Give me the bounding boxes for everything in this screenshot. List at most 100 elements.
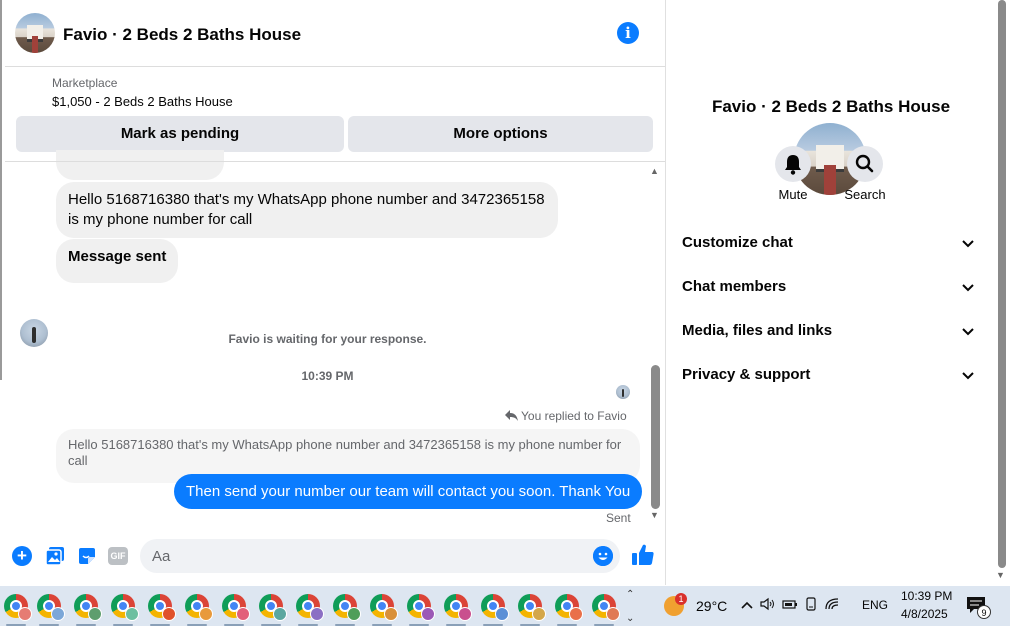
reply-label: You replied to Favio: [521, 409, 627, 423]
chevron-down-icon: [962, 328, 974, 336]
gif-icon[interactable]: GIF: [108, 547, 128, 565]
chat-members-row[interactable]: Chat members: [682, 278, 982, 298]
chrome-icon[interactable]: [555, 594, 583, 626]
plus-icon[interactable]: +: [12, 546, 32, 566]
show-hidden-icons-icon[interactable]: [740, 599, 754, 611]
row-label: Chat members: [682, 278, 787, 295]
profile-badge-icon: [606, 607, 620, 621]
clock-time[interactable]: 10:39 PM: [901, 589, 952, 603]
profile-badge-icon: [51, 607, 65, 621]
waiting-notice: Favio is waiting for your response.: [228, 332, 427, 346]
profile-badge-icon: [88, 607, 102, 621]
profile-badge-icon: [125, 607, 139, 621]
chevron-down-icon: [962, 372, 974, 380]
mute-button[interactable]: [775, 146, 811, 182]
chrome-icon[interactable]: [74, 594, 102, 626]
profile-badge-icon: [384, 607, 398, 621]
bell-icon: [785, 155, 801, 175]
window-edge: [0, 0, 2, 380]
profile-badge-icon: [162, 607, 176, 621]
weather-alert-badge: 1: [675, 593, 687, 605]
search-icon: [855, 154, 874, 173]
chrome-icon[interactable]: [481, 594, 509, 626]
language-indicator[interactable]: ENG: [862, 598, 888, 612]
chrome-icon[interactable]: [185, 594, 213, 626]
battery-icon[interactable]: [782, 597, 798, 611]
speaker-icon[interactable]: [760, 597, 776, 611]
panel-divider: [665, 0, 666, 585]
customize-chat-row[interactable]: Customize chat: [682, 234, 982, 254]
row-label: Privacy & support: [682, 366, 811, 383]
contact-avatar[interactable]: [15, 13, 55, 53]
scroll-down-arrow-icon[interactable]: ▼: [650, 510, 659, 520]
outgoing-message[interactable]: Then send your number our team will cont…: [174, 474, 643, 509]
scrollbar-thumb[interactable]: [651, 365, 660, 509]
thumbs-up-icon[interactable]: [631, 543, 655, 567]
profile-badge-icon: [532, 607, 546, 621]
profile-badge-icon: [458, 607, 472, 621]
profile-badge-icon: [310, 607, 324, 621]
chevron-down-icon: [962, 284, 974, 292]
privacy-support-row[interactable]: Privacy & support: [682, 366, 982, 386]
chevron-down-icon: [962, 240, 974, 248]
profile-badge-icon: [273, 607, 287, 621]
system-tray: [740, 597, 840, 614]
profile-badge-icon: [18, 607, 32, 621]
chrome-icon[interactable]: [592, 594, 620, 626]
chat-title[interactable]: Favio · 2 Beds 2 Baths House: [63, 25, 301, 45]
delivery-status: Sent: [606, 511, 631, 525]
profile-title: Favio · 2 Beds 2 Baths House: [711, 97, 951, 116]
row-label: Customize chat: [682, 234, 793, 251]
timestamp: 10:39 PM: [301, 369, 354, 383]
clock-date[interactable]: 4/8/2025: [901, 607, 948, 621]
taskbar: [0, 586, 1010, 626]
search-button[interactable]: [847, 146, 883, 182]
message-input[interactable]: [140, 539, 620, 573]
reply-indicator: You replied to Favio: [505, 409, 627, 423]
chrome-icon[interactable]: [4, 594, 32, 626]
incoming-message[interactable]: Hello 5168716380 that's my WhatsApp phon…: [56, 182, 558, 238]
phone-link-icon[interactable]: [804, 597, 818, 611]
mute-label: Mute: [778, 187, 808, 202]
window-scroll-down-icon[interactable]: ▼: [996, 570, 1005, 580]
chrome-icon[interactable]: [222, 594, 250, 626]
chrome-icon[interactable]: [259, 594, 287, 626]
taskbar-overflow-icon[interactable]: ⌃ ⌄: [626, 589, 634, 625]
chrome-icon[interactable]: [333, 594, 361, 626]
wifi-icon[interactable]: [824, 597, 840, 611]
row-label: Media, files and links: [682, 322, 833, 339]
emoji-icon[interactable]: [593, 546, 613, 566]
profile-badge-icon: [495, 607, 509, 621]
chrome-icon[interactable]: [296, 594, 324, 626]
info-icon[interactable]: i: [617, 22, 639, 44]
listing-title[interactable]: $1,050 - 2 Beds 2 Baths House: [52, 94, 233, 109]
chrome-icon[interactable]: [407, 594, 435, 626]
more-options-button[interactable]: More options: [348, 116, 653, 152]
profile-badge-icon: [236, 607, 250, 621]
chrome-icon[interactable]: [518, 594, 546, 626]
temperature[interactable]: 29°C: [696, 598, 727, 614]
incoming-message[interactable]: Message sent: [56, 239, 179, 283]
profile-badge-icon: [199, 607, 213, 621]
profile-badge-icon: [569, 607, 583, 621]
header-divider: [5, 161, 665, 162]
chrome-icon[interactable]: [370, 594, 398, 626]
chrome-icon[interactable]: [148, 594, 176, 626]
chrome-icon[interactable]: [37, 594, 65, 626]
photo-icon[interactable]: [45, 546, 65, 566]
profile-badge-icon: [421, 607, 435, 621]
chrome-icon[interactable]: [444, 594, 472, 626]
marketplace-label: Marketplace: [52, 76, 118, 90]
reply-arrow-icon: [505, 410, 518, 421]
search-label: Search: [844, 187, 886, 202]
chrome-icon[interactable]: [111, 594, 139, 626]
mark-as-pending-button[interactable]: Mark as pending: [16, 116, 344, 152]
notification-count-badge: 9: [977, 605, 991, 619]
profile-badge-icon: [347, 607, 361, 621]
media-files-links-row[interactable]: Media, files and links: [682, 322, 982, 342]
window-scrollbar[interactable]: [998, 0, 1006, 568]
message-bubble-partial: [56, 150, 224, 180]
sticker-icon[interactable]: [77, 546, 97, 566]
seen-receipt-avatar: [616, 385, 630, 399]
scroll-up-arrow-icon[interactable]: ▲: [650, 166, 659, 176]
